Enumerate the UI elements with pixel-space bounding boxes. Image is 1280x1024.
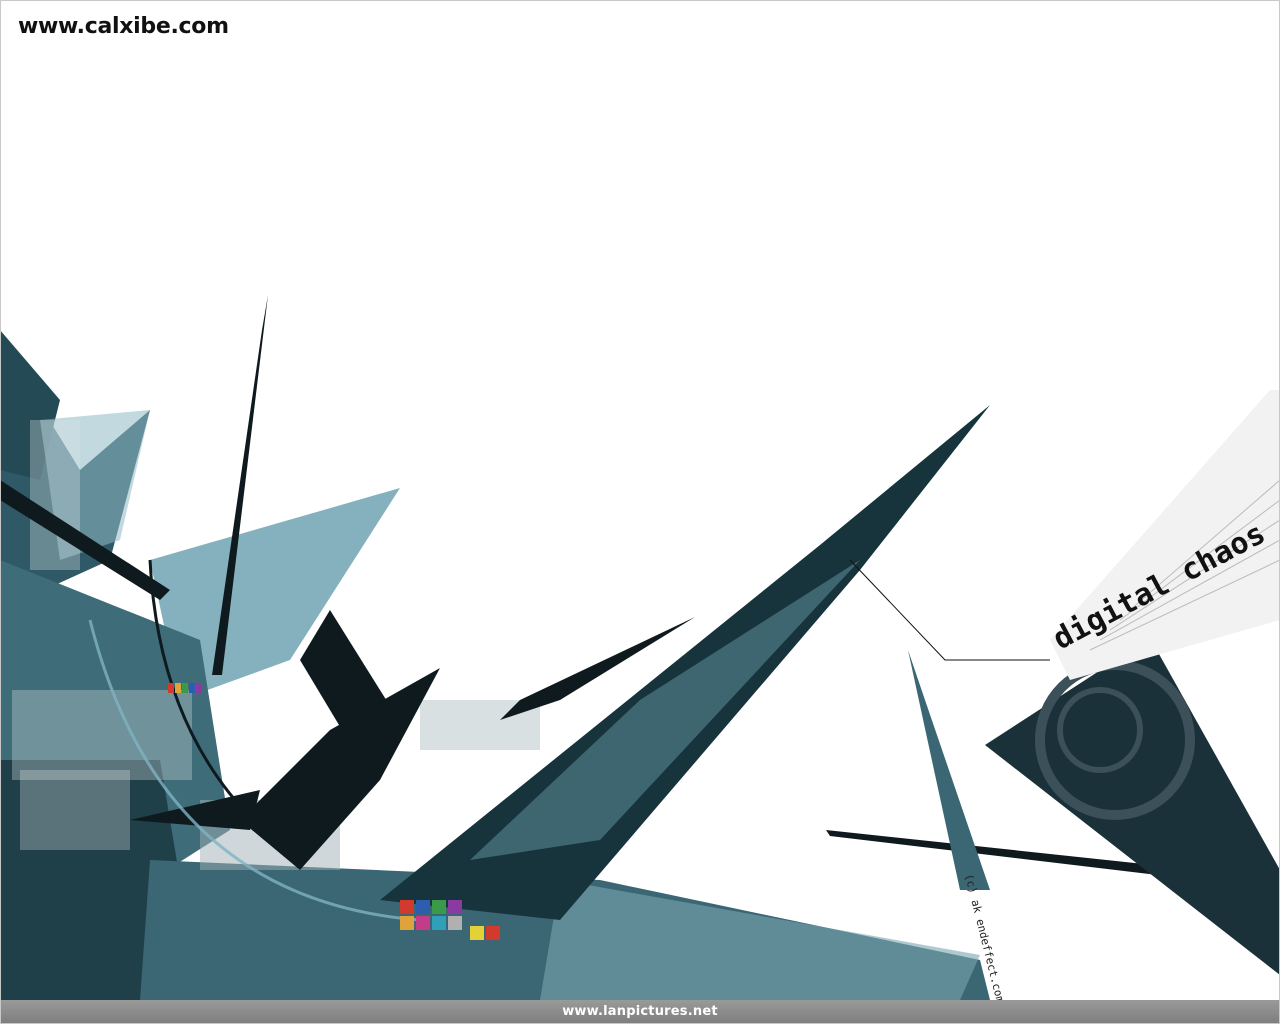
panel-grey-5 <box>30 420 80 570</box>
teal-shard-bottom-light <box>540 880 980 1000</box>
panel-grey-1 <box>12 690 192 780</box>
dark-triangle-right <box>985 638 1280 975</box>
abstract-artwork: digital chaos (c) ak endeffect.com <box>0 295 1280 1005</box>
watermark-top: www.calxibe.com <box>18 14 229 39</box>
color-mosaic-small <box>168 683 202 693</box>
panel-grey-2 <box>20 770 130 850</box>
watermark-bottom: www.lanpictures.net <box>562 1004 718 1019</box>
teal-spike-far-right <box>908 650 990 890</box>
wallpaper-canvas: digital chaos (c) ak endeffect.com www.c… <box>0 0 1280 1024</box>
connector-line <box>849 559 1050 661</box>
